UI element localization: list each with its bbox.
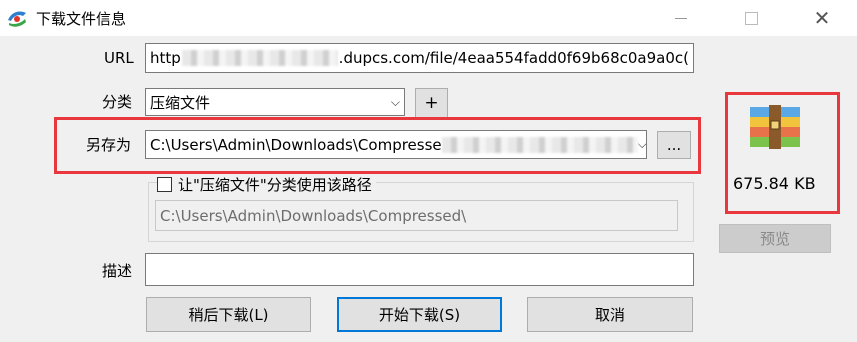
maximize-icon	[744, 11, 758, 25]
cancel-label: 取消	[594, 306, 625, 324]
remember-path-value: C:\Users\Admin\Downloads\Compressed\	[160, 206, 467, 225]
remember-path-option[interactable]: 让"压缩文件"分类使用该路径	[157, 174, 376, 195]
download-later-label: 稍后下载(L)	[188, 306, 269, 324]
remember-path-label: 让"压缩文件"分类使用该路径	[178, 176, 372, 194]
minimize-button[interactable]	[658, 0, 704, 36]
category-label: 分类	[102, 93, 133, 111]
description-label: 描述	[102, 262, 133, 280]
browse-label: ...	[666, 136, 682, 154]
category-select[interactable]: 压缩文件 ⌵	[145, 88, 405, 116]
save-as-label: 另存为	[86, 136, 132, 154]
add-category-label: +	[424, 93, 439, 113]
window-title: 下载文件信息	[36, 10, 127, 28]
archive-icon	[750, 105, 800, 149]
save-as-redacted	[441, 136, 638, 153]
minimize-icon	[675, 17, 687, 19]
preview-label: 预览	[759, 230, 790, 248]
add-category-button[interactable]: +	[415, 88, 448, 118]
save-as-path-value: C:\Users\Admin\Downloads\Compresse	[150, 135, 442, 154]
close-icon: ✕	[813, 6, 831, 30]
url-prefix: http	[150, 49, 181, 67]
category-value: 压缩文件	[150, 93, 211, 112]
cancel-button[interactable]: 取消	[527, 297, 693, 332]
start-download-label: 开始下载(S)	[378, 306, 461, 324]
url-label: URL	[104, 49, 134, 67]
idm-app-icon	[8, 11, 26, 27]
file-size: 675.84 KB	[733, 174, 816, 193]
url-field[interactable]: http .dupcs.com/file/4eaa554fadd0f69b68c…	[145, 43, 694, 73]
url-redacted	[181, 50, 338, 66]
chevron-down-icon: ⌵	[637, 137, 647, 151]
start-download-button[interactable]: 开始下载(S)	[337, 297, 502, 332]
browse-button[interactable]: ...	[657, 131, 691, 159]
chevron-down-icon: ⌵	[390, 94, 400, 109]
remember-path-checkbox[interactable]	[157, 177, 172, 192]
url-tail: .dupcs.com/file/4eaa554fadd0f69b68c0a9a0…	[338, 49, 689, 67]
description-field[interactable]	[145, 253, 694, 286]
maximize-button[interactable]	[728, 0, 774, 36]
close-button[interactable]: ✕	[799, 0, 845, 36]
remember-path-field: C:\Users\Admin\Downloads\Compressed\	[155, 200, 678, 231]
download-later-button[interactable]: 稍后下载(L)	[146, 297, 311, 332]
preview-button[interactable]: 预览	[719, 224, 831, 253]
save-as-path-field[interactable]: C:\Users\Admin\Downloads\Compresse ⌵	[145, 130, 647, 159]
title-bar[interactable]: 下载文件信息 ✕	[0, 0, 857, 36]
